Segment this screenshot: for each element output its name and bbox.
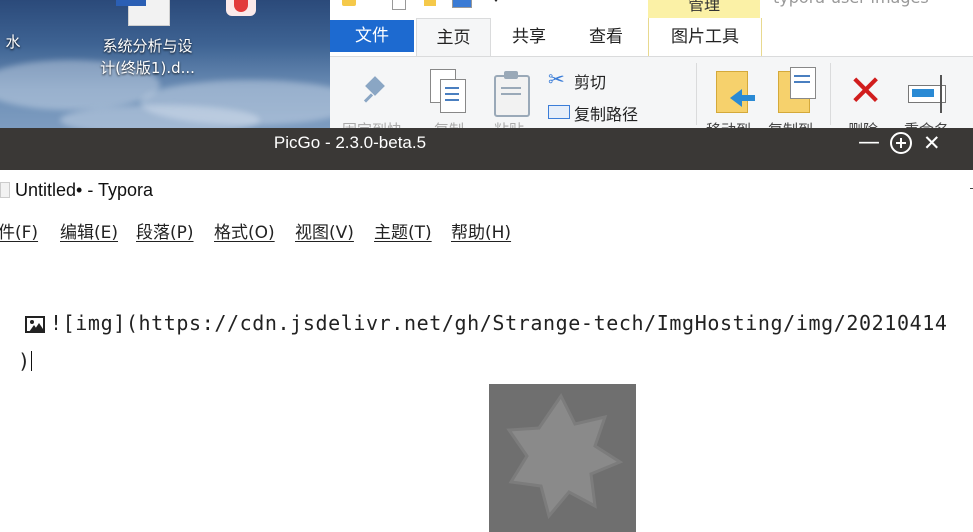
dropdown-icon[interactable] xyxy=(490,0,502,2)
closing-paren: ) xyxy=(18,349,31,373)
word-document-icon[interactable] xyxy=(116,0,170,26)
menu-view[interactable]: 视图(V) xyxy=(295,218,354,243)
file-explorer-window: 管理 typora-user-images 文件 主页 共享 查看 图片工具 固… xyxy=(330,0,973,128)
rename-label: 重命名 xyxy=(904,119,949,128)
minimize-button[interactable]: — xyxy=(858,131,880,155)
ribbon-tab-home[interactable]: 主页 xyxy=(416,18,491,57)
cut-button[interactable]: 剪切 xyxy=(574,69,606,93)
window-title: typora-user-images xyxy=(773,0,929,7)
copy-path-icon[interactable] xyxy=(548,105,570,119)
image-icon xyxy=(25,316,45,333)
star-image xyxy=(489,384,636,532)
ribbon-tab-picture-tools[interactable]: 图片工具 xyxy=(648,18,762,56)
pin-quick-access-label: 固定到快 xyxy=(342,119,402,128)
ribbon-divider xyxy=(696,63,697,125)
ribbon-body: 固定到快 复制 粘贴 ✂ 剪切 复制路径 移动到 xyxy=(330,56,973,128)
view-icon[interactable] xyxy=(452,0,472,8)
rename-icon[interactable] xyxy=(908,75,950,113)
image-preview[interactable] xyxy=(489,384,636,532)
ribbon-tab-share[interactable]: 共享 xyxy=(494,18,564,56)
app-icon[interactable] xyxy=(222,0,262,20)
close-button[interactable]: ✕ xyxy=(923,130,941,156)
copy-to-icon[interactable] xyxy=(778,67,818,113)
markdown-image-source[interactable]: ![img](https://cdn.jsdelivr.net/gh/Stran… xyxy=(50,311,948,335)
desktop-icon-label-line1: 系统分析与设 xyxy=(102,37,193,55)
copy-icon[interactable] xyxy=(430,69,468,115)
delete-label: 删除 xyxy=(848,119,878,128)
ribbon-tab-view[interactable]: 查看 xyxy=(570,18,642,56)
menu-theme[interactable]: 主题(T) xyxy=(374,218,432,243)
folder-icon[interactable] xyxy=(342,0,356,6)
new-folder-icon[interactable] xyxy=(424,0,436,6)
add-circle-icon[interactable] xyxy=(890,132,912,154)
markdown-source-line2[interactable]: ) xyxy=(18,349,33,373)
paste-icon[interactable] xyxy=(494,71,530,117)
paste-label: 粘贴 xyxy=(494,119,524,128)
picgo-window-title: PicGo - 2.3.0-beta.5 xyxy=(273,133,427,152)
menu-format[interactable]: 格式(O) xyxy=(214,218,275,243)
copy-label: 复制 xyxy=(434,119,464,128)
manage-tab-header[interactable]: 管理 xyxy=(648,0,760,18)
delete-icon[interactable]: ✕ xyxy=(848,70,883,112)
ribbon-divider xyxy=(830,63,831,125)
text-cursor xyxy=(31,351,33,371)
scissors-icon[interactable]: ✂ xyxy=(548,69,565,89)
typora-title-text: Untitled• - Typora xyxy=(15,180,154,200)
quick-access-toolbar: 管理 typora-user-images xyxy=(330,0,973,18)
menu-paragraph[interactable]: 段落(P) xyxy=(136,218,194,243)
picgo-title-bar[interactable]: PicGo - 2.3.0-beta.5 — ✕ xyxy=(0,128,973,170)
move-to-icon[interactable] xyxy=(716,71,755,113)
menu-help[interactable]: 帮助(H) xyxy=(451,218,511,243)
document-icon xyxy=(0,182,10,198)
desktop-icon-label-line2: 计(终版1).d... xyxy=(100,59,195,77)
copy-to-label: 复制到 xyxy=(768,119,813,128)
menu-file[interactable]: 件(F) xyxy=(0,218,38,243)
ribbon-tab-file[interactable]: 文件 xyxy=(330,20,414,52)
desktop-background: 水 系统分析与设 计(终版1).d... xyxy=(0,0,330,128)
copy-path-button[interactable]: 复制路径 xyxy=(574,101,638,125)
desktop-icon-label[interactable]: 系统分析与设 计(终版1).d... xyxy=(80,35,215,79)
typora-window-title: Untitled• - Typora xyxy=(0,180,153,201)
desktop-icon-label-partial[interactable]: 水 xyxy=(0,31,28,53)
properties-icon[interactable] xyxy=(392,0,406,10)
menu-edit[interactable]: 编辑(E) xyxy=(60,218,118,243)
pin-icon[interactable] xyxy=(363,76,386,103)
move-to-label: 移动到 xyxy=(706,119,751,128)
